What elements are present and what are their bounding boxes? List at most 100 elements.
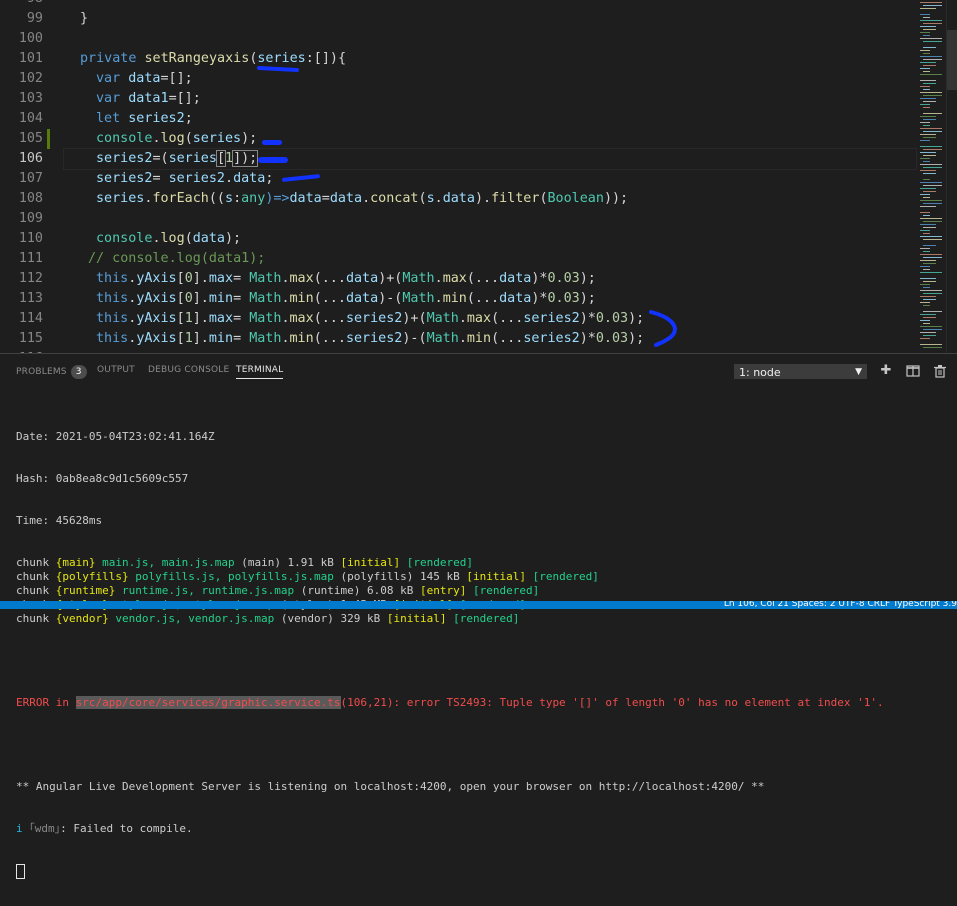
error-message: (106,21): error TS2493: Tuple type '[]' … [340,696,884,709]
minimap-line [923,5,942,6]
minimap-line [920,128,942,129]
code-token: data [345,271,379,286]
tab-output[interactable]: OUTPUT [97,365,135,375]
code-token: ; [184,111,193,126]
minimap-line [920,56,942,57]
tab-debug-console[interactable]: DEBUG CONSOLE [148,365,229,375]
code-token: ( [184,131,193,146]
line-number: 112 [18,271,43,286]
terminal-output[interactable]: Date: 2021-05-04T23:02:41.164Z Hash: 0ab… [16,402,946,906]
split-icon[interactable] [905,363,921,379]
code-token: data [442,191,475,206]
code-token: (... [313,311,346,326]
minimap-line [920,92,942,93]
minimap-line [923,311,942,312]
code-token: ]. [192,271,209,286]
code-line-102: var data=[]; [64,69,916,89]
minimap-line [920,2,942,3]
chunk-status: [rendered] [466,584,540,597]
line-number: 98 [0,0,48,9]
minimap-line [923,17,930,18]
minimap-line [920,140,930,141]
code-token: max [289,271,314,286]
code-token: min [208,291,234,306]
minimap-line [920,230,930,231]
code-token: . [458,311,467,326]
minimap-line [920,236,942,237]
minimap-line [923,287,930,288]
minimap-line [920,272,942,273]
code-area[interactable]: } private setRangeyaxis(series:[]){ var … [63,0,917,353]
code-token: ]. [192,311,209,326]
code-token: data [329,191,363,206]
terminal-chunk-line: chunk {main} main.js, main.js.map (main)… [16,556,946,570]
code-token: 0.03 [595,331,629,346]
error-file-path[interactable]: src/app/core/services/graphic.service.ts [75,696,341,709]
code-token: Math [402,291,435,306]
code-token: data [128,71,161,86]
line-number: 108 [18,191,43,206]
line-number: 103 [18,91,43,106]
line-number: 100 [18,31,43,46]
minimap-line [923,65,936,66]
code-line-101: private setRangeyaxis(series:[]){ [64,49,916,69]
minimap-line [920,182,942,183]
minimap-line [923,323,930,324]
code-token: series2 [345,311,403,326]
code-token: ( [418,191,427,206]
status-bar-text: Ln 106, Col 21 Spaces: 2 UTF-8 CRLF Type… [723,601,957,609]
minimap-line [920,200,942,201]
terminal-line-server: ** Angular Live Development Server is li… [16,780,765,793]
code-token: Math [402,271,435,286]
code-token: ); [225,231,242,246]
code-line-110: console.log(data); [64,229,916,249]
status-bar: Ln 106, Col 21 Spaces: 2 UTF-8 CRLF Type… [0,601,957,609]
code-editor[interactable]: 9899100101102103104105106107108109110111… [0,0,957,353]
code-token: private [80,51,137,66]
scrollbar-thumb[interactable] [947,30,957,90]
code-token: (... [313,291,346,306]
plus-icon[interactable]: ✚ [878,363,894,379]
chunk-files: runtime.js, runtime.js.map [115,584,295,597]
terminal-line-date: Date: 2021-05-04T23:02:41.164Z [16,430,215,443]
code-token: yAxis [136,311,177,326]
minimap-line [920,8,936,9]
minimap-line [923,227,936,228]
code-token: 1 [184,311,193,326]
minimap-line [923,329,942,330]
minimap-line [920,284,930,285]
minimap[interactable] [918,0,944,353]
code-token: ); [628,311,645,326]
code-token: series [168,151,217,166]
terminal-select[interactable]: 1: node ▼ [734,364,867,379]
trash-icon[interactable] [932,363,948,379]
minimap-line [923,305,930,306]
minimap-line [923,161,930,162]
chunk-tag: [initial] [340,556,401,569]
minimap-line [920,266,930,267]
minimap-line [920,290,942,291]
chunk-prefix: chunk [16,612,56,625]
code-line-103: var data1=[]; [64,89,916,109]
code-token: Math [249,291,282,306]
terminal-prompt-line [16,864,946,879]
code-token: =( [152,151,169,166]
tab-terminal[interactable]: TERMINAL [236,365,284,379]
minimap-line [923,95,942,96]
code-token: console [96,131,153,146]
code-token: . [281,331,290,346]
minimap-line [920,68,930,69]
minimap-line [920,332,936,333]
code-token: )=> [265,191,290,206]
chunk-desc: (runtime) 6.08 kB [294,584,421,597]
code-token: series2 [168,171,225,186]
code-token: series2 [523,311,580,326]
minimap-line [920,254,942,255]
tab-problems[interactable]: PROBLEMS 3 [16,365,87,379]
minimap-line [920,194,930,195]
code-token: . [152,231,161,246]
code-token: (... [491,331,524,346]
code-token: 0.03 [595,311,629,326]
